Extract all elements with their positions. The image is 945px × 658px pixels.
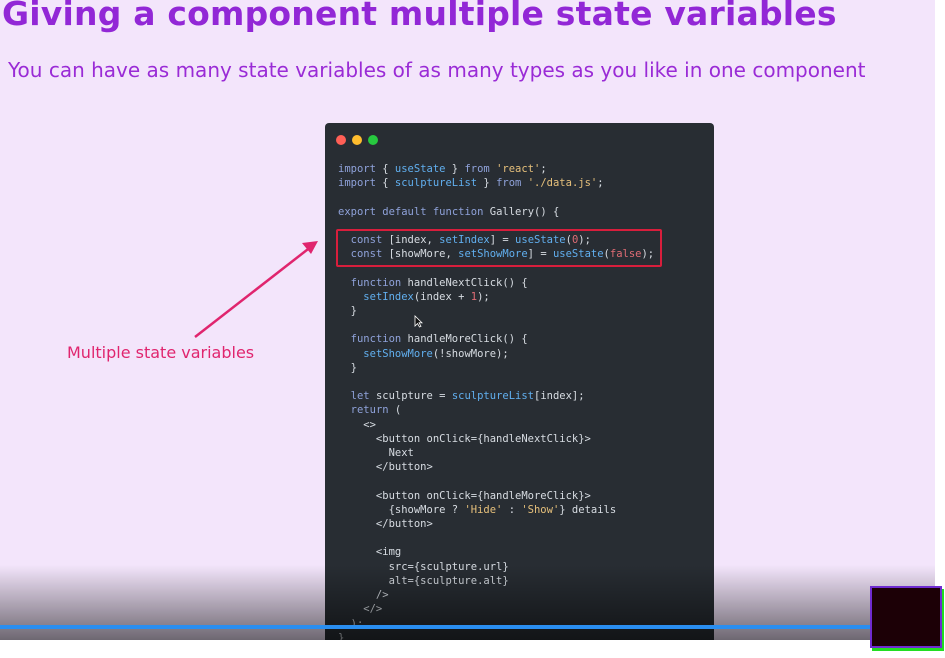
code-line: <button onClick={handleMoreClick}> xyxy=(375,489,591,502)
minimize-dot-icon xyxy=(352,135,362,145)
video-progress-bar[interactable] xyxy=(0,625,935,629)
code-line: {showMore ? 'Hide' : 'Show'} details xyxy=(338,503,617,516)
code-line: <> xyxy=(363,418,376,431)
presentation-slide: Giving a component multiple state variab… xyxy=(0,0,935,640)
code-line: setIndex(index + 1); xyxy=(363,290,490,303)
code-line: import { useState } from 'react'; xyxy=(338,163,547,175)
page-edge xyxy=(935,0,945,640)
code-line: } xyxy=(350,361,357,374)
slide-subtitle: You can have as many state variables of … xyxy=(8,58,866,82)
slide-title: Giving a component multiple state variab… xyxy=(2,0,837,33)
code-line: setShowMore(!showMore); xyxy=(363,347,509,360)
code-line: <button onClick={handleNextClick}> xyxy=(375,432,591,445)
code-line: export default function Gallery() { xyxy=(338,205,560,218)
code-window: import { useState } from 'react'; import… xyxy=(325,123,714,640)
window-controls xyxy=(336,135,378,145)
highlight-box xyxy=(336,229,662,267)
code-line: function handleMoreClick() { xyxy=(350,333,528,346)
mouse-cursor-icon xyxy=(414,315,423,328)
code-line: let sculpture = sculptureList[index]; xyxy=(350,390,585,403)
annotation-label: Multiple state variables xyxy=(67,343,255,362)
code-line: return ( xyxy=(350,404,402,417)
video-progress-fill xyxy=(0,625,873,629)
maximize-dot-icon xyxy=(368,135,378,145)
code-line: </button> xyxy=(375,518,433,531)
code-line: function handleNextClick() { xyxy=(350,276,528,289)
code-line: Next xyxy=(388,447,414,460)
code-line: <img xyxy=(375,546,402,559)
code-line: } xyxy=(350,305,357,318)
close-dot-icon xyxy=(336,135,346,145)
code-line: import { sculptureList } from './data.js… xyxy=(338,177,604,190)
code-line: </button> xyxy=(375,461,433,474)
video-thumbnail-preview[interactable] xyxy=(870,586,942,648)
